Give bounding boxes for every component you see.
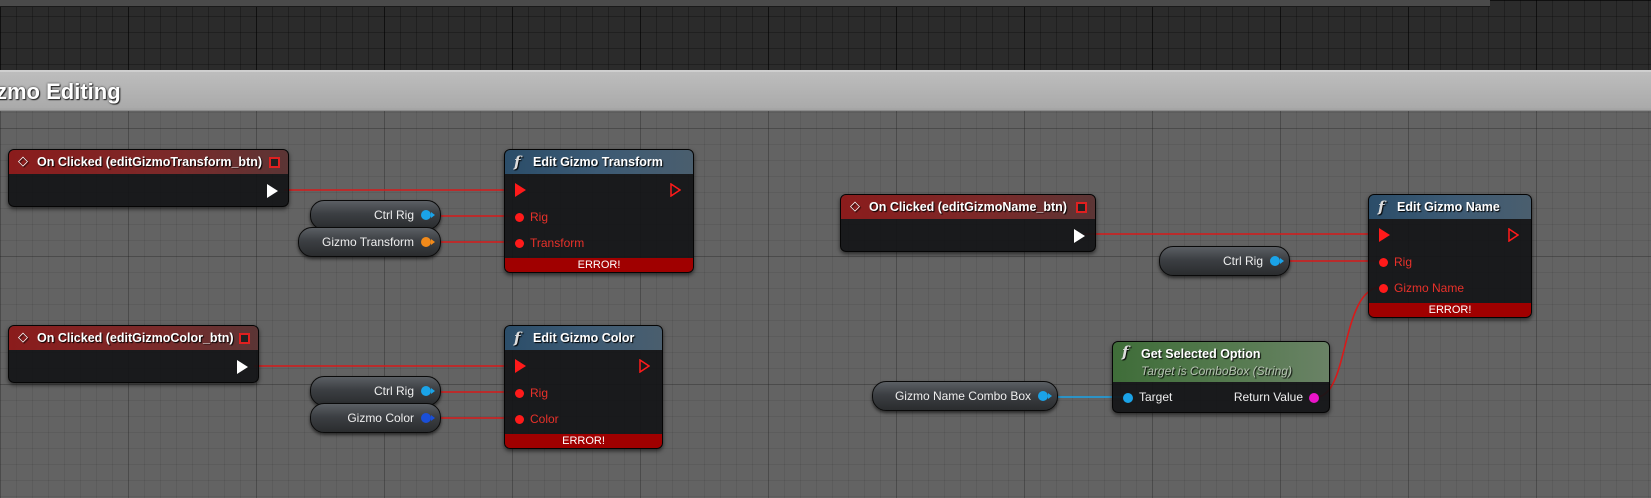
variable-label: Ctrl Rig [373,208,414,222]
gizmo-name-pin-dot [1379,284,1388,294]
gizmo-name-pin-label: Gizmo Name [1394,281,1465,295]
diamond-icon: ◇ [850,199,860,214]
delegate-pin-icon[interactable] [239,333,250,344]
transform-pin-label: Transform [530,236,585,250]
return-value-label: Return Value [1233,390,1303,404]
comment-title: zmo Editing [0,79,121,104]
object-pin-icon[interactable] [421,386,435,396]
event-title: On Clicked (editGizmoName_btn) [869,200,1067,214]
exec-out-pin[interactable] [639,359,650,373]
scrollbar-strip[interactable] [0,0,1490,7]
event-node-name[interactable]: ◇ On Clicked (editGizmoName_btn) [840,194,1096,252]
transform-pin-dot [515,239,524,249]
function-node-edit-gizmo-name[interactable]: f Edit Gizmo Name Rig Gizmo Name ERROR! [1368,194,1532,318]
exec-in-pin[interactable] [515,183,526,197]
variable-label: Ctrl Rig [1222,254,1263,268]
object-pin-icon[interactable] [1038,391,1052,401]
exec-in-pin[interactable] [515,359,526,373]
color-pin-dot [515,415,524,425]
gizmo-name-input-pin[interactable]: Gizmo Name [1379,280,1464,296]
color-pin-label: Color [530,412,559,426]
ctrl-rig-variable-node[interactable]: Ctrl Rig [310,376,441,406]
target-pin-label: Target [1139,390,1173,404]
function-icon: f [514,153,521,171]
gizmo-name-combo-box-variable-node[interactable]: Gizmo Name Combo Box [872,381,1058,411]
exec-out-pin[interactable] [1074,229,1085,243]
rig-pin-dot [515,389,524,399]
function-node-header: f Edit Gizmo Color [505,326,662,350]
object-pin-icon[interactable] [1270,256,1284,266]
diamond-icon: ◇ [18,330,28,345]
color-pin-icon[interactable] [421,413,435,423]
rig-input-pin[interactable]: Rig [515,209,548,225]
exec-out-pin[interactable] [670,183,681,197]
return-value-output-pin[interactable]: Return Value [1234,389,1319,405]
ctrl-rig-variable-node[interactable]: Ctrl Rig [1159,246,1290,276]
rig-input-pin[interactable]: Rig [1379,254,1412,270]
variable-label: Gizmo Color [347,411,414,425]
event-node-header: ◇ On Clicked (editGizmoName_btn) [841,195,1095,219]
color-input-pin[interactable]: Color [515,411,559,427]
rig-pin-label: Rig [1394,255,1413,269]
error-bar: ERROR! [505,258,693,272]
function-icon: f [514,329,521,347]
comment-box-header[interactable]: zmo Editing [0,70,1651,111]
function-title: Edit Gizmo Name [1397,200,1500,214]
rig-pin-label: Rig [530,386,549,400]
event-node-header: ◇ On Clicked (editGizmoTransform_btn) [9,150,288,174]
variable-label: Gizmo Transform [321,235,414,249]
function-node-header: f Edit Gizmo Transform [505,150,693,174]
rig-input-pin[interactable]: Rig [515,385,548,401]
function-node-header: f Edit Gizmo Name [1369,195,1531,219]
event-node-color[interactable]: ◇ On Clicked (editGizmoColor_btn) [8,325,259,383]
target-pin-dot [1123,392,1133,403]
variable-label: Ctrl Rig [373,384,414,398]
gizmo-transform-variable-node[interactable]: Gizmo Transform [298,227,441,257]
rig-pin-dot [515,213,524,223]
object-pin-icon[interactable] [421,210,435,220]
function-icon: f [1122,343,1129,361]
function-node-edit-gizmo-color[interactable]: f Edit Gizmo Color Rig Color ERROR! [504,325,663,449]
graph-background-dark [0,0,1651,70]
pure-node-title: Get Selected Option [1141,347,1261,361]
diamond-icon: ◇ [18,154,28,169]
delegate-pin-icon[interactable] [1076,202,1087,213]
error-bar: ERROR! [1369,303,1531,317]
event-title: On Clicked (editGizmoColor_btn) [37,331,234,345]
event-title: On Clicked (editGizmoTransform_btn) [37,155,263,169]
event-node-header: ◇ On Clicked (editGizmoColor_btn) [9,326,258,350]
function-node-edit-gizmo-transform[interactable]: f Edit Gizmo Transform Rig Transform ERR… [504,149,694,273]
event-node-transform[interactable]: ◇ On Clicked (editGizmoTransform_btn) [8,149,289,207]
transform-input-pin[interactable]: Transform [515,235,584,251]
gizmo-color-variable-node[interactable]: Gizmo Color [310,403,441,433]
delegate-pin-icon[interactable] [269,157,280,168]
target-input-pin[interactable]: Target [1123,389,1172,405]
function-title: Edit Gizmo Color [533,331,635,345]
error-bar: ERROR! [505,434,662,448]
function-title: Edit Gizmo Transform [533,155,663,169]
pure-node-header: f Get Selected Option Target is ComboBox… [1113,342,1329,382]
exec-out-pin[interactable] [1508,228,1519,242]
ctrl-rig-variable-node[interactable]: Ctrl Rig [310,200,441,230]
rig-pin-dot [1379,258,1388,268]
exec-out-pin[interactable] [267,184,278,198]
pure-node-get-selected-option[interactable]: f Get Selected Option Target is ComboBox… [1112,341,1330,413]
rig-pin-label: Rig [530,210,549,224]
exec-out-pin[interactable] [237,360,248,374]
function-icon: f [1378,198,1385,216]
variable-label: Gizmo Name Combo Box [894,389,1031,403]
pure-node-subtitle: Target is ComboBox (String) [1141,364,1292,378]
transform-pin-icon[interactable] [421,237,435,247]
blueprint-graph-canvas[interactable]: zmo Editing ◇ On Clicked (editGizmoTrans… [0,0,1651,498]
exec-in-pin[interactable] [1379,228,1390,242]
return-value-pin-dot [1309,392,1319,403]
